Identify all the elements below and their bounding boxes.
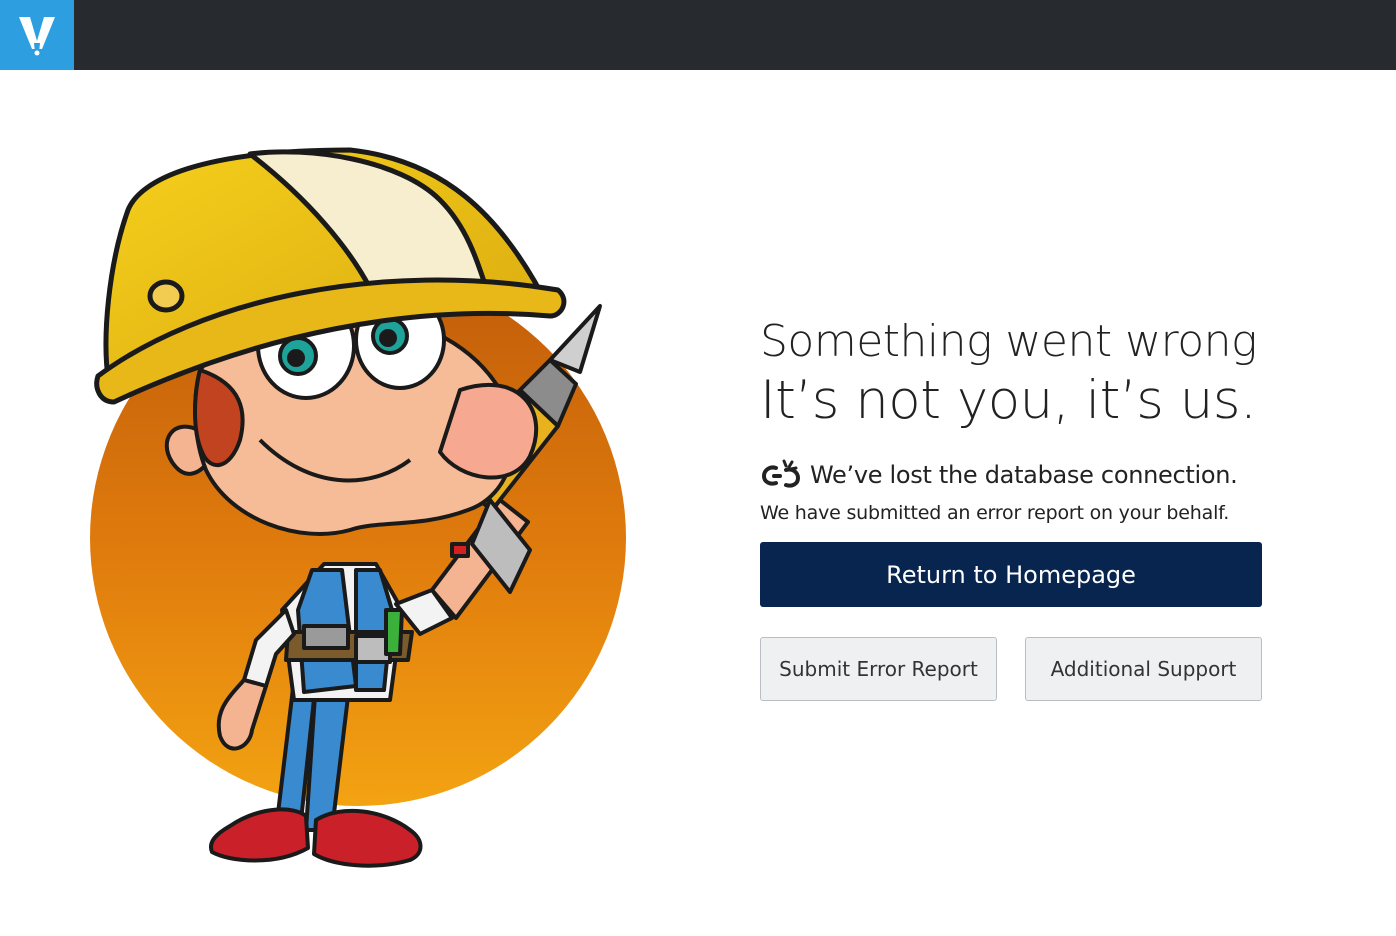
construction-worker-illustration xyxy=(90,147,626,868)
connection-message: We’ve lost the database connection. xyxy=(810,461,1238,489)
error-panel: Something went wrong It’s not you, it’s … xyxy=(760,316,1262,701)
report-note: We have submitted an error report on you… xyxy=(760,502,1230,524)
top-bar xyxy=(0,0,1396,70)
additional-support-button[interactable]: Additional Support xyxy=(1025,637,1262,701)
logo[interactable] xyxy=(0,0,74,70)
error-subtitle: It’s not you, it’s us. xyxy=(760,370,1257,431)
connection-message-row: We’ve lost the database connection. xyxy=(760,458,1262,492)
submit-error-report-button[interactable]: Submit Error Report xyxy=(760,637,997,701)
v-logo-icon xyxy=(19,17,55,56)
error-title: Something went wrong xyxy=(760,316,1257,367)
return-to-homepage-button[interactable]: Return to Homepage xyxy=(760,542,1262,607)
broken-link-icon xyxy=(761,459,801,488)
shoes xyxy=(209,807,423,868)
secondary-actions: Submit Error Report Additional Support xyxy=(760,637,1262,701)
